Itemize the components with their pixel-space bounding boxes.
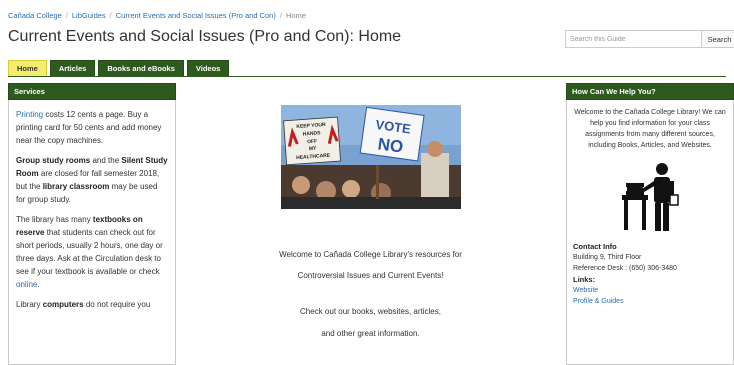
breadcrumb-college[interactable]: Cañada College	[8, 11, 62, 20]
search-button[interactable]: Search	[701, 30, 734, 48]
reserve-text-3: .	[37, 280, 40, 289]
svg-text:NO: NO	[376, 134, 404, 156]
svg-text:HANDS: HANDS	[302, 130, 321, 137]
group-study-rooms-text: Group study rooms	[16, 156, 91, 165]
tab-books-and-ebooks[interactable]: Books and eBooks	[98, 60, 184, 77]
reserve-text-1: The library has many	[16, 215, 93, 224]
welcome-line-1: Welcome to Cañada College Library's reso…	[279, 250, 462, 259]
librarian-desk-icon	[622, 163, 679, 231]
help-box: How Can We Help You? Welcome to the Caña…	[566, 83, 734, 365]
links-label: Links:	[573, 275, 596, 284]
search-input[interactable]	[565, 30, 701, 48]
center-content: KEEP YOUR HANDS OFF MY HEALTHCARE VOTE N…	[178, 105, 563, 338]
tab-home[interactable]: Home	[8, 60, 47, 77]
tab-videos[interactable]: Videos	[186, 60, 230, 77]
reference-desk-text: Reference Desk : (650) 306-3480	[573, 265, 677, 272]
reserve-paragraph: The library has many textbooks on reserv…	[16, 213, 168, 291]
online-link[interactable]: online	[16, 280, 37, 289]
contact-info-label: Contact Info	[573, 242, 617, 251]
breadcrumb: Cañada College / LibGuides / Current Events …	[8, 11, 306, 20]
tabs-divider	[8, 76, 726, 77]
breadcrumb-libguides[interactable]: LibGuides	[72, 11, 106, 20]
computers-text-1: Library	[16, 300, 43, 309]
breadcrumb-separator: /	[279, 11, 282, 20]
svg-text:MY: MY	[308, 146, 317, 153]
profile-guides-link[interactable]: Profile & Guides	[573, 298, 624, 305]
search-bar: Search	[565, 30, 734, 48]
breadcrumb-current: Home	[285, 11, 306, 20]
breadcrumb-guide[interactable]: Current Events and Social Issues (Pro an…	[116, 11, 276, 20]
services-box: Services Printing costs 12 cents a page.…	[8, 83, 176, 365]
computers-text-2: do not require you	[83, 300, 151, 309]
page-title: Current Events and Social Issues (Pro an…	[8, 28, 402, 45]
help-body: Welcome to the Cañada College Library! W…	[567, 100, 733, 314]
breadcrumb-separator: /	[109, 11, 112, 20]
printing-link[interactable]: Printing	[16, 110, 43, 119]
tab-articles[interactable]: Articles	[49, 60, 96, 77]
breadcrumb-separator: /	[65, 11, 68, 20]
protest-photo: KEEP YOUR HANDS OFF MY HEALTHCARE VOTE N…	[280, 105, 461, 209]
printing-paragraph: Printing costs 12 cents a page. Buy a pr…	[16, 108, 168, 147]
group-text-1: and the	[90, 156, 122, 165]
library-classroom-text: library classroom	[42, 182, 110, 191]
computers-text: computers	[42, 300, 84, 309]
welcome-line-4: and other great information.	[321, 329, 420, 338]
help-header: How Can We Help You?	[566, 83, 734, 100]
computers-paragraph: Library computers do not require you	[16, 298, 168, 311]
guide-tabs: Home Articles Books and eBooks Videos	[8, 60, 230, 77]
welcome-line-3: Check out our books, websites, articles,	[300, 307, 441, 316]
services-body: Printing costs 12 cents a page. Buy a pr…	[9, 100, 175, 326]
svg-text:OFF: OFF	[306, 139, 316, 146]
help-welcome-text: Welcome to the Cañada College Library! W…	[574, 109, 726, 149]
group-study-paragraph: Group study rooms and the Silent Study R…	[16, 154, 168, 206]
website-link[interactable]: Website	[573, 287, 598, 294]
welcome-line-2: Controversial Issues and Current Events!	[297, 271, 444, 280]
building-text: Building 9, Third Floor	[573, 254, 642, 261]
services-header: Services	[8, 83, 176, 100]
